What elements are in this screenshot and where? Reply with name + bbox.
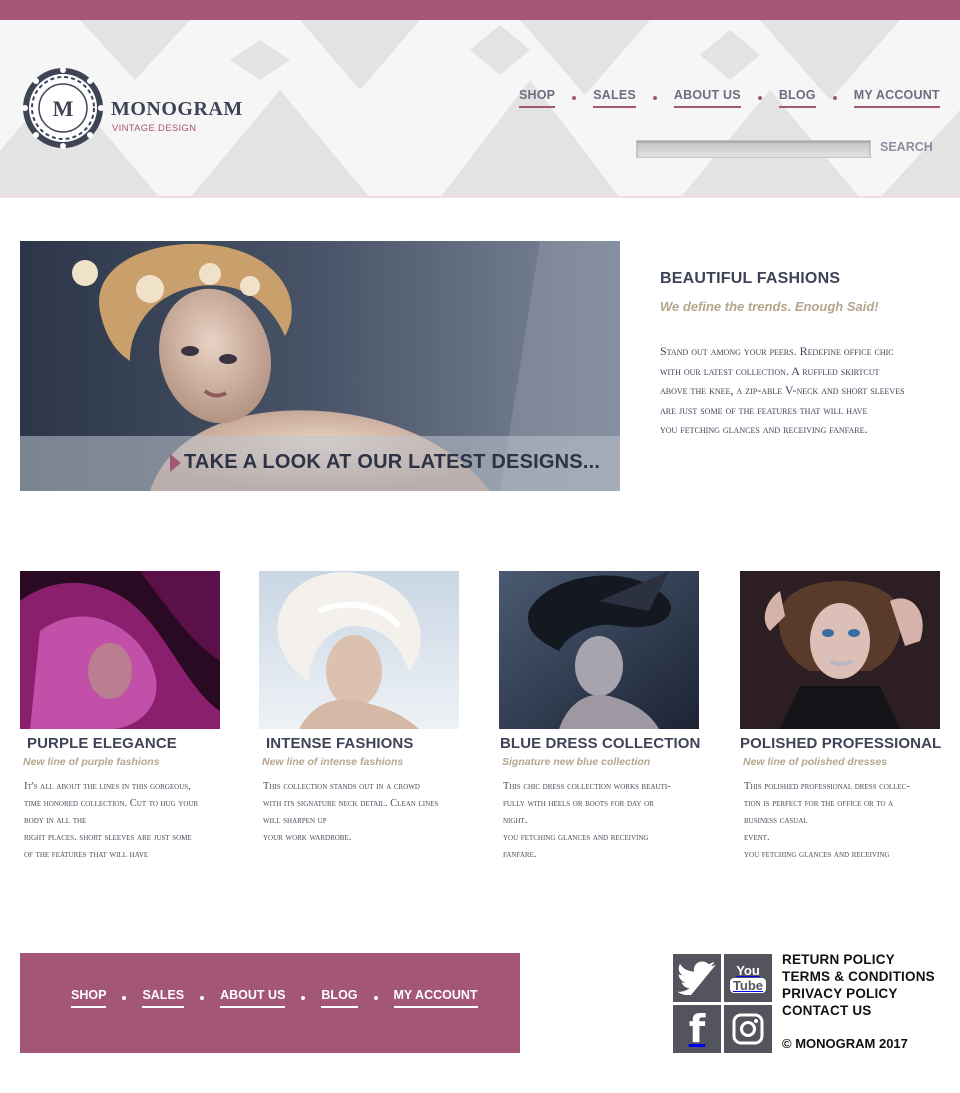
- nav-link-shop[interactable]: SHOP: [519, 88, 556, 108]
- nav-link-sales[interactable]: SALES: [593, 88, 636, 108]
- nav-separator: [832, 96, 837, 100]
- nav-link-about-us[interactable]: ABOUT US: [673, 88, 741, 108]
- site-header: M MONOGRAM VINTAGE DESIGN SHOP SALES ABO…: [0, 20, 960, 198]
- product-subtitle: New line of intense fashions: [262, 756, 404, 768]
- brand-name: MONOGRAM: [111, 98, 243, 120]
- product-card: BLUE DRESS COLLECTION Signature new blue…: [499, 571, 701, 863]
- footer-link-my-account[interactable]: MY ACCOUNT: [393, 988, 478, 1008]
- product-description: This polished professional dress collec-…: [744, 781, 910, 860]
- instagram-icon[interactable]: [724, 1005, 772, 1053]
- return-policy-link[interactable]: RETURN POLICY: [782, 951, 935, 968]
- copyright-text: © MONOGRAM 2017: [782, 1036, 908, 1051]
- nav-separator: [652, 96, 657, 100]
- youtube-label-bottom: Tube: [729, 977, 767, 993]
- product-title[interactable]: POLISHED PROFESSIONAL: [740, 735, 942, 752]
- product-title[interactable]: BLUE DRESS COLLECTION: [499, 735, 701, 752]
- footer-nav-separator: [373, 996, 378, 1000]
- hero-banner[interactable]: TAKE A LOOK AT OUR LATEST DESIGNS...: [20, 241, 620, 491]
- product-image[interactable]: [20, 571, 220, 729]
- facebook-glyph: f: [688, 1007, 706, 1051]
- top-accent-bar: [0, 0, 960, 20]
- hero-caption-bar: TAKE A LOOK AT OUR LATEST DESIGNS...: [20, 436, 620, 491]
- footer-link-sales[interactable]: SALES: [142, 988, 185, 1008]
- footer-nav-separator: [200, 996, 205, 1000]
- twitter-icon[interactable]: [673, 954, 721, 1002]
- product-image[interactable]: [740, 571, 940, 729]
- feature-body: Stand out among your peers. Redefine off…: [660, 344, 905, 436]
- product-description: This chic dress collection works beauti-…: [503, 781, 671, 860]
- privacy-policy-link[interactable]: PRIVACY POLICY: [782, 985, 935, 1002]
- footer-nav-separator: [301, 996, 306, 1000]
- product-subtitle: New line of purple fashions: [23, 756, 160, 768]
- hero-cta-text[interactable]: TAKE A LOOK AT OUR LATEST DESIGNS...: [184, 451, 600, 474]
- product-image[interactable]: [259, 571, 459, 729]
- main-nav: SHOP SALES ABOUT US BLOG MY ACCOUNT: [519, 88, 940, 108]
- feature-intro: BEAUTIFUL FASHIONS We define the trends.…: [660, 270, 950, 440]
- product-image[interactable]: [499, 571, 699, 729]
- facebook-icon[interactable]: f: [673, 1005, 721, 1053]
- search-input[interactable]: [636, 140, 871, 158]
- nav-separator: [572, 96, 577, 100]
- site-logo[interactable]: M MONOGRAM VINTAGE DESIGN: [22, 67, 242, 151]
- product-card: INTENSE FASHIONS New line of intense fas…: [259, 571, 461, 846]
- contact-us-link[interactable]: CONTACT US: [782, 1002, 935, 1019]
- product-card: POLISHED PROFESSIONAL New line of polish…: [740, 571, 942, 863]
- product-title[interactable]: PURPLE ELEGANCE: [20, 735, 222, 752]
- youtube-icon[interactable]: You Tube: [724, 954, 772, 1002]
- product-description: It's all about the lines in this gorgeou…: [24, 781, 199, 860]
- monogram-badge-icon: M: [22, 67, 104, 149]
- feature-title: BEAUTIFUL FASHIONS: [660, 270, 841, 287]
- footer-nav-panel: SHOP SALES ABOUT US BLOG MY ACCOUNT: [20, 953, 520, 1053]
- social-links: You Tube f: [673, 954, 772, 1053]
- footer-nav: SHOP SALES ABOUT US BLOG MY ACCOUNT: [71, 988, 478, 1008]
- play-arrow-icon: [170, 454, 181, 472]
- product-subtitle: New line of polished dresses: [743, 756, 888, 768]
- product-description: This collection stands out in a crowd wi…: [263, 781, 439, 843]
- nav-link-blog[interactable]: BLOG: [778, 88, 816, 108]
- product-title[interactable]: INTENSE FASHIONS: [259, 735, 461, 752]
- brand-tagline: VINTAGE DESIGN: [112, 123, 197, 134]
- product-card: PURPLE ELEGANCE New line of purple fashi…: [20, 571, 222, 863]
- nav-link-my-account[interactable]: MY ACCOUNT: [853, 88, 940, 108]
- footer-link-about-us[interactable]: ABOUT US: [220, 988, 286, 1008]
- badge-letter: M: [53, 96, 74, 121]
- search-button[interactable]: SEARCH: [880, 140, 933, 154]
- product-subtitle: Signature new blue collection: [502, 756, 651, 768]
- feature-subtitle: We define the trends. Enough Said!: [660, 299, 879, 314]
- terms-conditions-link[interactable]: TERMS & CONDITIONS: [782, 968, 935, 985]
- nav-separator: [757, 96, 762, 100]
- footer-nav-separator: [122, 996, 127, 1000]
- footer-policy-links: RETURN POLICY TERMS & CONDITIONS PRIVACY…: [782, 951, 935, 1019]
- footer-link-shop[interactable]: SHOP: [71, 988, 107, 1008]
- youtube-label-top: You: [736, 962, 760, 978]
- footer-link-blog[interactable]: BLOG: [321, 988, 358, 1008]
